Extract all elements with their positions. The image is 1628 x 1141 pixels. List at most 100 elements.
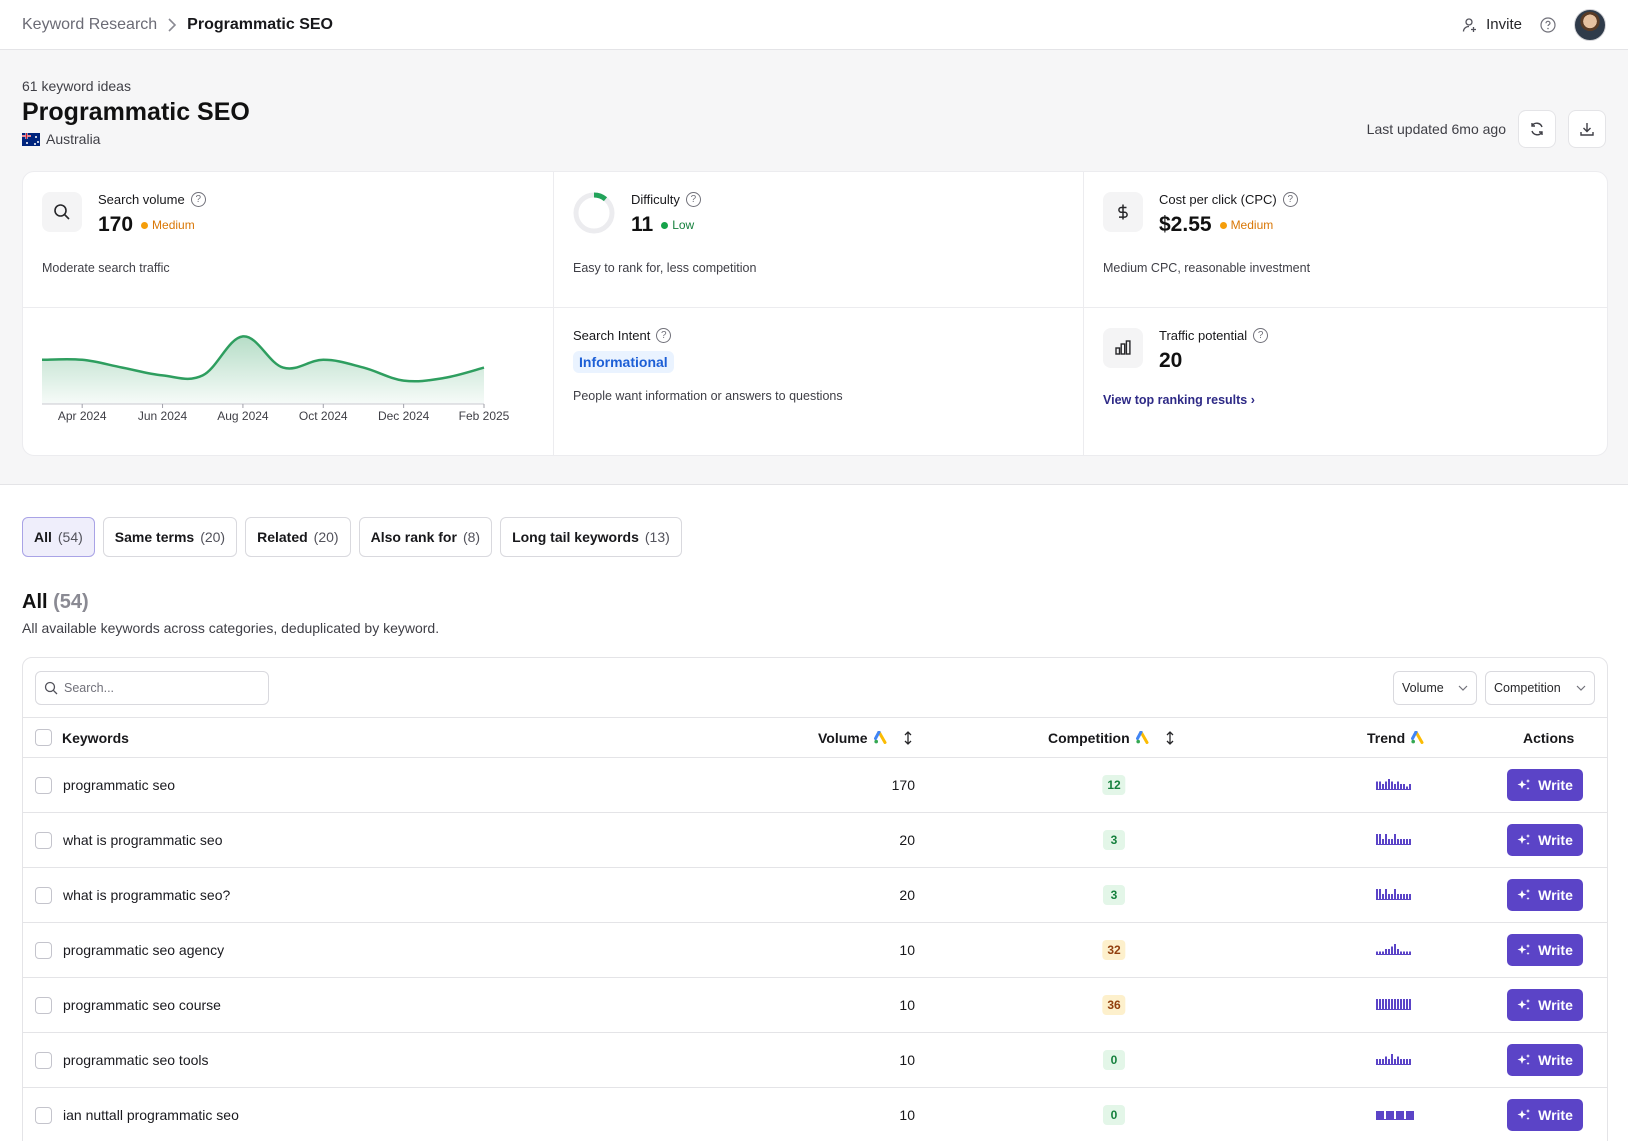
trend-bar [1376, 951, 1378, 954]
tab-same-terms[interactable]: Same terms (20) [102, 517, 238, 557]
row-checkbox[interactable] [35, 886, 52, 904]
australia-flag-icon [22, 132, 40, 146]
help-icon[interactable]: ? [685, 192, 701, 207]
tab-count: (8) [462, 529, 481, 545]
sparkle-icon [1517, 1054, 1531, 1065]
trend-bar [1391, 999, 1393, 1009]
help-icon[interactable]: ? [1282, 192, 1298, 207]
row-checkbox[interactable] [35, 776, 52, 794]
volume-cell: 170 [891, 777, 915, 793]
trend-bar [1409, 839, 1411, 844]
country-name: Australia [46, 131, 101, 147]
sort-icon[interactable] [1164, 730, 1176, 745]
volume-cell: 10 [899, 997, 915, 1013]
keyword-cell[interactable]: programmatic seo agency [63, 942, 224, 958]
trend-bar [1388, 839, 1390, 844]
tab-also-rank-for[interactable]: Also rank for (8) [358, 517, 493, 557]
view-top-ranking-link[interactable]: View top ranking results › [1103, 393, 1255, 407]
breadcrumb-parent[interactable]: Keyword Research [22, 16, 157, 34]
sparkline-svg [1376, 834, 1411, 845]
trend-bar [1406, 951, 1408, 954]
invite-button[interactable]: Invite [1462, 16, 1522, 33]
tab-long-tail[interactable]: Long tail keywords (13) [500, 517, 682, 557]
write-button[interactable]: Write [1507, 824, 1583, 856]
write-button[interactable]: Write [1507, 934, 1583, 966]
trend-sparkline [1376, 997, 1414, 1013]
keyword-cell[interactable]: what is programmatic seo [63, 832, 223, 848]
keyword-cell[interactable]: programmatic seo course [63, 997, 221, 1013]
keyword-cell[interactable]: programmatic seo tools [63, 1052, 209, 1068]
write-button[interactable]: Write [1507, 769, 1583, 801]
tab-label: Also rank for [370, 529, 457, 545]
x-tick-label: Dec 2024 [378, 409, 430, 423]
help-icon[interactable] [1540, 16, 1556, 33]
row-checkbox[interactable] [35, 1051, 52, 1069]
x-tick-label: Apr 2024 [58, 409, 107, 423]
trend-bar [1406, 786, 1408, 789]
write-button[interactable]: Write [1507, 989, 1583, 1021]
search-input[interactable] [64, 680, 254, 695]
trend-bar [1394, 834, 1396, 844]
tab-all[interactable]: All (54) [22, 517, 95, 557]
write-button[interactable]: Write [1507, 1044, 1583, 1076]
trend-bar [1391, 781, 1393, 789]
top-bar: Keyword Research Programmatic SEO Invite [0, 0, 1628, 50]
metric-description: Medium CPC, reasonable investment [1103, 261, 1311, 275]
trend-bar [1376, 1059, 1378, 1064]
trend-bar [1379, 1059, 1381, 1064]
level-badge: Medium [1219, 218, 1273, 232]
metric-value: 170 [98, 213, 134, 236]
row-checkbox[interactable] [35, 941, 52, 959]
trend-bar [1391, 946, 1393, 954]
row-checkbox[interactable] [35, 996, 52, 1014]
avatar[interactable] [1574, 8, 1606, 41]
help-icon[interactable]: ? [656, 328, 672, 343]
keyword-cell[interactable]: what is programmatic seo? [63, 887, 230, 903]
trend-bar [1394, 999, 1396, 1009]
trend-bar [1388, 779, 1390, 789]
trend-bar [1382, 894, 1384, 899]
competition-filter[interactable]: Competition [1485, 670, 1595, 705]
trend-header-label: Trend [1367, 729, 1406, 746]
help-icon[interactable]: ? [190, 192, 206, 207]
filter-label: Competition [1494, 680, 1561, 695]
tab-count: (54) [57, 529, 83, 545]
trend-bar [1406, 1111, 1414, 1119]
row-checkbox[interactable] [35, 831, 52, 849]
refresh-button[interactable] [1518, 110, 1556, 148]
select-all-checkbox[interactable] [35, 729, 52, 746]
tab-related[interactable]: Related (20) [245, 517, 351, 557]
x-tick-label: Oct 2024 [299, 409, 348, 423]
trend-bar [1391, 894, 1393, 899]
volume-cell: 10 [899, 1052, 915, 1068]
sort-icon[interactable] [902, 730, 914, 745]
trend-bar [1379, 781, 1381, 789]
trend-bar [1403, 1059, 1405, 1064]
keyword-cell[interactable]: ian nuttall programmatic seo [63, 1107, 239, 1123]
volume-filter[interactable]: Volume [1393, 670, 1477, 705]
write-button[interactable]: Write [1507, 879, 1583, 911]
trend-baseline [1376, 789, 1411, 790]
sparkle-icon [1517, 999, 1531, 1010]
tab-count: (20) [313, 529, 339, 545]
level-badge: Medium [141, 218, 195, 232]
volume-header[interactable]: Volume [818, 730, 914, 746]
row-checkbox[interactable] [35, 1106, 52, 1124]
write-button[interactable]: Write [1507, 1099, 1583, 1131]
trend-bar [1379, 889, 1381, 899]
trend-bar [1409, 999, 1411, 1009]
trend-chart-svg: Apr 2024 Jun 2024 Aug 2024 Oct 2024 Dec 2024… [41, 335, 510, 423]
trend-bar [1385, 781, 1387, 789]
help-icon[interactable]: ? [1253, 328, 1269, 343]
filter-label: Volume [1402, 680, 1444, 695]
trend-bar [1409, 784, 1411, 789]
sparkle-icon [1517, 779, 1531, 790]
download-button[interactable] [1568, 110, 1606, 148]
trend-bar [1403, 894, 1405, 899]
competition-header[interactable]: Competition [1048, 730, 1176, 746]
write-label: Write [1538, 942, 1573, 958]
table-row: programmatic seo course 10 36 Write [23, 978, 1607, 1033]
search-box [35, 670, 269, 705]
idea-count: 61 keyword ideas [22, 78, 131, 94]
keyword-cell[interactable]: programmatic seo [63, 777, 175, 793]
